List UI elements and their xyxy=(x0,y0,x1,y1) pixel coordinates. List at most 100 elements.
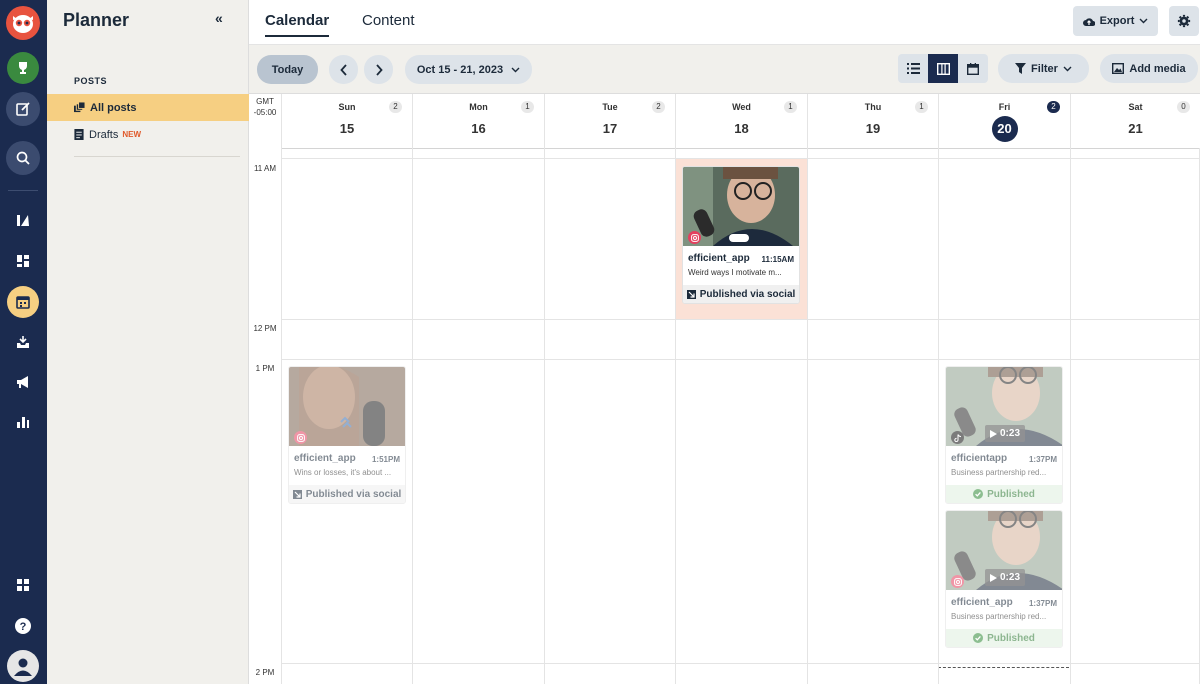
post-status: Published via social xyxy=(289,485,405,503)
week-calendar-grid: GMT -05:00 Sun 2 15 Mon 1 16 Tue 2 17 We… xyxy=(249,94,1200,684)
help-icon[interactable]: ? xyxy=(7,610,39,642)
today-button[interactable]: Today xyxy=(257,55,318,84)
post-count-badge: 2 xyxy=(389,101,402,113)
day-date: 18 xyxy=(734,121,749,136)
grid-line xyxy=(281,319,1200,320)
calendar-month-icon xyxy=(967,62,979,75)
app-root: ? Planner « POSTS All posts Drafts NEW C… xyxy=(0,0,1200,684)
compose-icon[interactable] xyxy=(6,92,40,126)
post-status-label: Published xyxy=(987,632,1035,644)
previous-week-button[interactable] xyxy=(329,55,358,84)
apps-icon[interactable] xyxy=(7,569,39,601)
instagram-icon xyxy=(951,575,964,588)
post-count-badge: 2 xyxy=(652,101,665,113)
grid-line xyxy=(281,359,1200,360)
owl-logo-icon[interactable] xyxy=(6,6,40,40)
check-circle-icon xyxy=(973,489,984,499)
post-account: efficient_app xyxy=(688,253,750,264)
video-duration: 0:23 xyxy=(999,428,1020,439)
inbox-icon[interactable] xyxy=(7,326,39,358)
grid-line xyxy=(412,148,413,684)
export-button[interactable]: Export xyxy=(1073,6,1158,36)
grid-line xyxy=(281,148,282,684)
trophy-icon[interactable] xyxy=(7,52,39,84)
filter-button[interactable]: Filter xyxy=(998,54,1089,83)
day-header-mon[interactable]: Mon 1 16 xyxy=(412,94,544,148)
document-icon xyxy=(74,129,84,140)
nav-item-drafts[interactable]: Drafts NEW xyxy=(47,121,249,148)
post-time: 1:37PM xyxy=(1028,455,1057,464)
post-status-label: Published via social xyxy=(305,488,402,500)
svg-text:?: ? xyxy=(20,621,27,633)
rail-divider xyxy=(8,190,38,191)
timezone-text: GMT -05:00 xyxy=(253,97,277,117)
video-duration-badge: 0:23 xyxy=(984,425,1025,442)
post-count-badge: 1 xyxy=(521,101,534,113)
day-date: 17 xyxy=(602,121,618,136)
grid-line xyxy=(281,663,1200,664)
nav-item-all-posts[interactable]: All posts xyxy=(47,94,249,121)
post-thumbnail xyxy=(289,367,405,446)
bar-chart-icon[interactable] xyxy=(7,406,39,438)
post-account: efficient_app xyxy=(951,597,1013,608)
grid-line xyxy=(281,148,1200,149)
next-week-button[interactable] xyxy=(364,55,393,84)
add-media-button[interactable]: Add media xyxy=(1100,54,1198,83)
planner-panel: Planner « POSTS All posts Drafts NEW xyxy=(47,0,249,684)
view-switcher xyxy=(898,54,988,83)
settings-button[interactable] xyxy=(1169,6,1199,36)
post-card[interactable]: 0:23 efficientapp 1:37PM Business partne… xyxy=(945,366,1063,504)
week-view-button[interactable] xyxy=(928,54,958,83)
list-icon xyxy=(906,63,920,74)
post-time: 1:37PM xyxy=(1028,599,1057,608)
date-range-picker[interactable]: Oct 15 - 21, 2023 xyxy=(405,55,532,84)
post-card[interactable]: efficient_app 11:15AM Weird ways I motiv… xyxy=(682,166,800,304)
tab-content[interactable]: Content xyxy=(362,12,415,29)
image-icon xyxy=(1112,63,1125,74)
post-count-badge: 2 xyxy=(1047,101,1060,113)
chevron-left-icon xyxy=(339,63,347,76)
play-icon xyxy=(989,429,997,438)
day-date: 16 xyxy=(471,121,486,136)
analytics-icon[interactable] xyxy=(7,204,39,236)
video-duration: 0:23 xyxy=(999,572,1020,583)
post-thumbnail: 0:23 xyxy=(946,367,1062,446)
tab-calendar[interactable]: Calendar xyxy=(265,12,330,37)
columns-icon xyxy=(936,62,950,75)
current-time-line xyxy=(938,667,1069,668)
post-text: Business partnership red... xyxy=(951,468,1047,477)
day-header-tue[interactable]: Tue 2 17 xyxy=(544,94,675,148)
day-date: 21 xyxy=(1128,121,1143,136)
chevron-down-icon xyxy=(1139,18,1148,24)
dashboard-icon[interactable] xyxy=(7,245,39,277)
chevron-down-icon xyxy=(1063,66,1072,71)
chevron-down-icon xyxy=(511,67,520,72)
post-card[interactable]: efficient_app 1:51PM Wins or losses, it'… xyxy=(288,366,406,504)
post-count-badge: 0 xyxy=(1177,101,1190,113)
gear-icon xyxy=(1177,14,1191,28)
day-header-wed[interactable]: Wed 1 18 xyxy=(675,94,807,148)
grid-line xyxy=(1070,148,1071,684)
post-status: Published xyxy=(946,485,1062,503)
post-thumbnail: 0:23 xyxy=(946,511,1062,590)
list-view-button[interactable] xyxy=(898,54,928,83)
search-icon[interactable] xyxy=(6,141,40,175)
profile-icon[interactable] xyxy=(7,650,39,682)
megaphone-icon[interactable] xyxy=(7,366,39,398)
day-header-sat[interactable]: Sat 0 21 xyxy=(1070,94,1200,148)
day-header-fri[interactable]: Fri 2 20 xyxy=(938,94,1070,148)
post-account: efficientapp xyxy=(951,453,1008,464)
instagram-icon xyxy=(294,431,307,444)
post-text: Weird ways I motivate m... xyxy=(688,268,782,277)
published-social-icon xyxy=(686,289,696,299)
calendar-icon[interactable] xyxy=(7,286,39,318)
nav-item-label: All posts xyxy=(90,101,137,114)
grid-line xyxy=(544,148,545,684)
time-label: 2 PM xyxy=(255,668,275,677)
post-time: 1:51PM xyxy=(371,455,400,464)
post-card[interactable]: 0:23 efficient_app 1:37PM Business partn… xyxy=(945,510,1063,648)
day-header-thu[interactable]: Thu 1 19 xyxy=(807,94,938,148)
collapse-panel-button[interactable]: « xyxy=(215,10,231,26)
month-view-button[interactable] xyxy=(958,54,988,83)
day-header-sun[interactable]: Sun 2 15 xyxy=(281,94,412,148)
